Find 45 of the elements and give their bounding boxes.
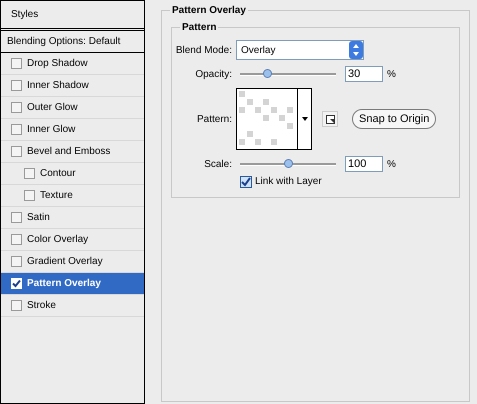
checkbox[interactable] [11, 300, 22, 311]
new-preset-button[interactable] [322, 111, 338, 127]
list-item[interactable]: Outer Glow [1, 97, 144, 119]
checkbox[interactable] [11, 146, 22, 157]
stepper-icon [349, 41, 363, 59]
field-label: Scale: [203, 158, 233, 172]
list-item[interactable]: Texture [1, 185, 144, 207]
blend-mode-dropdown[interactable]: Overlay [236, 40, 364, 60]
section-title: Pattern Overlay [170, 3, 248, 18]
list-item[interactable]: Pattern Overlay [1, 273, 144, 295]
checkbox[interactable] [11, 124, 22, 135]
unit-label: % [387, 158, 396, 172]
list-item[interactable]: Color Overlay [1, 229, 144, 251]
input-field[interactable]: 30 [345, 66, 383, 82]
list-item[interactable]: Stroke [1, 295, 144, 317]
checkbox[interactable] [11, 256, 22, 267]
page-icon [326, 114, 334, 124]
list-header: Styles [1, 1, 144, 31]
pattern-swatch[interactable] [236, 88, 312, 150]
checkbox[interactable] [11, 234, 22, 245]
checkbox[interactable] [11, 212, 22, 223]
list-item[interactable]: Bevel and Emboss [1, 141, 144, 163]
slider-thumb[interactable] [284, 158, 293, 168]
input-field[interactable]: 100 [345, 156, 383, 172]
checkbox[interactable] [24, 190, 35, 201]
checkbox[interactable] [240, 176, 252, 188]
list-item[interactable]: Drop Shadow [1, 53, 144, 75]
list-item[interactable]: Satin [1, 207, 144, 229]
field-label: Opacity: [194, 68, 233, 82]
checkbox[interactable] [11, 80, 22, 91]
snap-to-origin-button[interactable]: Snap to Origin [352, 109, 436, 129]
list-item[interactable]: Inner Glow [1, 119, 144, 141]
slider-thumb[interactable] [262, 68, 272, 78]
field-label: Pattern: [196, 112, 233, 126]
checkbox[interactable] [11, 278, 22, 289]
field-label: Blend Mode: [174, 44, 233, 58]
list-item[interactable]: Inner Shadow [1, 75, 144, 97]
checkbox[interactable] [11, 58, 22, 69]
checkbox-label: Link with Layer [255, 175, 322, 189]
caret-icon [302, 117, 308, 121]
checkbox[interactable] [11, 102, 22, 113]
list-item[interactable]: Blending Options: Default [1, 31, 144, 53]
checkbox[interactable] [24, 168, 35, 179]
list-item[interactable]: Contour [1, 163, 144, 185]
unit-label: % [387, 68, 396, 82]
